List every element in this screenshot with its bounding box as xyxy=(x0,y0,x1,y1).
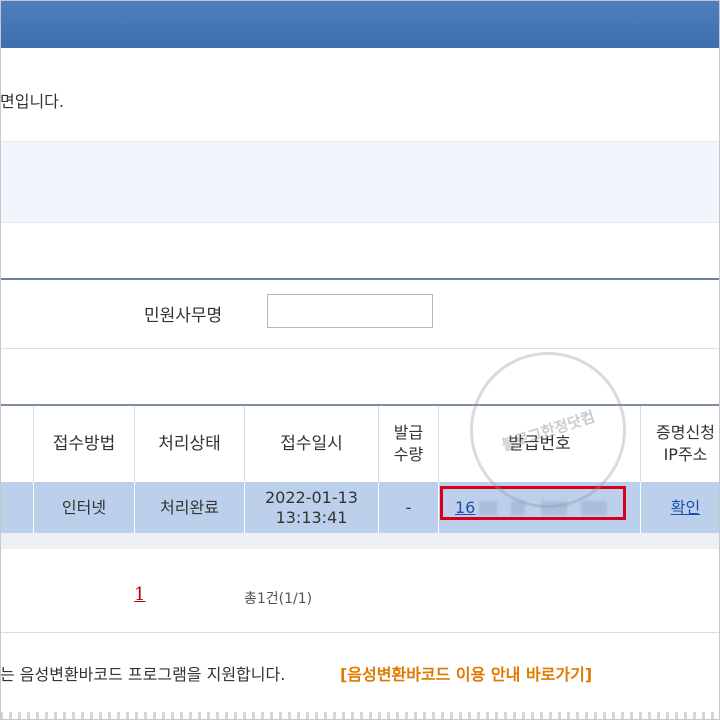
table-bottom-band xyxy=(0,533,720,549)
header-ip: 증명신청 IP주소 xyxy=(640,406,720,482)
header-status: 처리상태 xyxy=(134,406,244,482)
service-name-input[interactable] xyxy=(267,294,433,328)
cell-status: 처리완료 xyxy=(134,482,244,534)
header-date: 접수일시 xyxy=(244,406,378,482)
barcode-guide-link[interactable]: [음성변환바코드 이용 안내 바로가기] xyxy=(340,661,592,685)
image-frame xyxy=(0,0,720,720)
ip-confirm-link[interactable]: 확인 xyxy=(671,498,700,518)
watermark-text: 블로그한정닷컴 xyxy=(499,406,597,454)
cut-off-text xyxy=(0,712,720,720)
barcode-note: 는 음성변환바코드 프로그램을 지원합니다. xyxy=(0,665,286,684)
page-number-1[interactable]: 1 xyxy=(134,584,145,605)
cell-date-day: 2022-01-13 xyxy=(265,488,358,507)
cell-method: 인터넷 xyxy=(33,482,134,534)
cell-quantity: - xyxy=(378,482,438,534)
header-method: 접수방법 xyxy=(33,406,134,482)
top-header-bar xyxy=(0,0,720,48)
intro-text: 면입니다. xyxy=(0,92,64,111)
cell-date: 2022-01-13 13:13:41 xyxy=(244,482,378,534)
cell-ip: 확인 xyxy=(640,482,720,534)
info-band xyxy=(0,141,720,223)
total-count: 총1건(1/1) xyxy=(244,591,313,607)
header-quantity: 발급 수량 xyxy=(378,406,438,482)
cell-date-time: 13:13:41 xyxy=(275,508,348,527)
search-label: 민원사무명 xyxy=(144,306,223,326)
divider xyxy=(0,632,720,633)
